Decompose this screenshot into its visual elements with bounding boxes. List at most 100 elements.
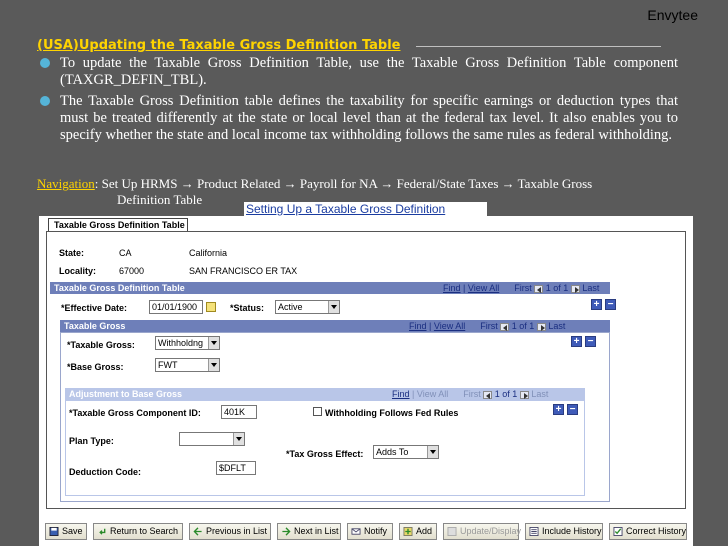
state-code: CA (119, 248, 132, 258)
chevron-down-icon (208, 337, 219, 349)
return-to-search-button[interactable]: Return to Search (93, 523, 183, 540)
correct-history-label: Correct History (626, 526, 687, 536)
add-button[interactable]: Add (399, 523, 437, 540)
bullet-text: The Taxable Gross Definition table defin… (60, 93, 678, 143)
bullet-text: To update the Taxable Gross Definition T… (60, 55, 678, 88)
taxable-gross-select[interactable]: Withholdng (155, 336, 220, 350)
deduction-code-label: Deduction Code: (69, 467, 141, 477)
prev-label: Previous in List (206, 526, 268, 536)
locality-code: 67000 (119, 266, 145, 276)
base-gross-value: FWT (158, 360, 178, 370)
effective-date-label: *Effective Date: (61, 303, 128, 313)
next-label: Next in List (294, 526, 339, 536)
withholding-checkbox[interactable] (313, 407, 322, 416)
pager-separator: | (463, 283, 466, 293)
delete-row-icon[interactable]: − (605, 299, 616, 310)
save-icon (49, 527, 59, 536)
chevron-down-icon (208, 359, 219, 371)
update-label: Update/Display (460, 526, 522, 536)
return-label: Return to Search (110, 526, 179, 536)
add-row-icon[interactable]: + (553, 404, 564, 415)
delete-row-icon[interactable]: − (567, 404, 578, 415)
taxable-gross-value: Withholdng (158, 338, 204, 348)
add-icon (403, 527, 413, 536)
previous-in-list-button[interactable]: Previous in List (189, 523, 271, 540)
add-row-icon[interactable]: + (591, 299, 602, 310)
include-history-button[interactable]: Include History (525, 523, 603, 540)
status-label: *Status: (230, 303, 265, 313)
definition-bar: Taxable Gross Definition Table Find | Vi… (50, 282, 610, 294)
navigation-label: Navigation (37, 176, 95, 191)
component-id-input[interactable]: 401K (221, 405, 257, 419)
component-id-label: *Taxable Gross Component ID: (69, 408, 201, 418)
screenshot-caption[interactable]: Setting Up a Taxable Gross Definition (244, 202, 487, 217)
deduction-code-input[interactable]: $DFLT (216, 461, 256, 475)
slide-title: (USA)Updating the Taxable Gross Definiti… (37, 38, 401, 53)
correct-history-button[interactable]: Correct History (609, 523, 687, 540)
find-link[interactable]: Find (443, 283, 461, 293)
add-label: Add (416, 526, 433, 536)
return-icon (99, 528, 106, 535)
calendar-icon[interactable] (206, 302, 216, 312)
chevron-down-icon (328, 301, 339, 313)
plan-type-label: Plan Type: (69, 436, 114, 446)
title-rule (416, 46, 661, 47)
find-link[interactable]: Find (409, 321, 427, 331)
next-icon (282, 527, 291, 536)
brand: Envytee (647, 7, 698, 23)
locality-label: Locality: (59, 266, 97, 276)
view-all-link[interactable]: View All (434, 321, 465, 331)
view-all-link[interactable]: View All (417, 389, 448, 399)
bullet-item: To update the Taxable Gross Definition T… (40, 55, 678, 89)
correct-history-icon (613, 527, 623, 536)
last-link[interactable]: Last (548, 321, 565, 331)
prev-arrow-icon[interactable] (500, 322, 510, 331)
next-arrow-icon[interactable] (536, 322, 546, 331)
page-tab[interactable]: Taxable Gross Definition Table (48, 218, 188, 232)
save-button[interactable]: Save (45, 523, 87, 540)
bullet-dot-icon (40, 96, 50, 106)
next-arrow-icon[interactable] (519, 390, 529, 399)
first-link[interactable]: First (480, 321, 498, 331)
navigation-text: : Set Up HRMS → Product Related → Payrol… (94, 176, 593, 191)
find-link[interactable]: Find (392, 389, 410, 399)
prev-arrow-icon[interactable] (483, 390, 493, 399)
notify-icon (351, 528, 361, 535)
next-arrow-icon[interactable] (570, 284, 580, 293)
next-in-list-button[interactable]: Next in List (277, 523, 341, 540)
save-label: Save (62, 526, 83, 536)
effective-date-input[interactable]: 01/01/1900 (149, 300, 203, 314)
view-all-link[interactable]: View All (468, 283, 499, 293)
prev-arrow-icon[interactable] (534, 284, 544, 293)
plan-type-select[interactable] (179, 432, 245, 446)
tax-gross-effect-label: *Tax Gross Effect: (286, 449, 364, 459)
first-link[interactable]: First (514, 283, 532, 293)
definition-pager: Find | View All First 1 of 1 Last (443, 282, 599, 294)
last-link[interactable]: Last (582, 283, 599, 293)
update-icon (447, 527, 457, 536)
first-link[interactable]: First (463, 389, 481, 399)
adjustment-pager: Find | View All First 1 of 1 Last (392, 388, 548, 400)
pager-range: 1 of 1 (545, 283, 569, 293)
tax-gross-effect-value: Adds To (376, 447, 409, 457)
update-display-button[interactable]: Update/Display (443, 523, 522, 540)
status-select[interactable]: Active (275, 300, 340, 314)
pager-range: 1 of 1 (494, 389, 518, 399)
notify-button[interactable]: Notify (347, 523, 393, 540)
status-value: Active (278, 302, 303, 312)
tax-gross-effect-select[interactable]: Adds To (373, 445, 439, 459)
include-history-icon (529, 527, 539, 536)
pager-separator: | (412, 389, 415, 399)
chevron-down-icon (233, 433, 244, 445)
bullet-list: To update the Taxable Gross Definition T… (40, 55, 678, 148)
delete-row-icon[interactable]: − (585, 336, 596, 347)
previous-icon (193, 527, 202, 536)
base-gross-select[interactable]: FWT (155, 358, 220, 372)
last-link[interactable]: Last (531, 389, 548, 399)
add-row-icon[interactable]: + (571, 336, 582, 347)
adjustment-bar-title: Adjustment to Base Gross (69, 389, 183, 399)
bullet-item: The Taxable Gross Definition table defin… (40, 93, 678, 144)
notify-label: Notify (364, 526, 388, 536)
page-toolbar: Save Return to Search Previous in List N… (45, 523, 690, 541)
state-name: California (189, 248, 228, 258)
